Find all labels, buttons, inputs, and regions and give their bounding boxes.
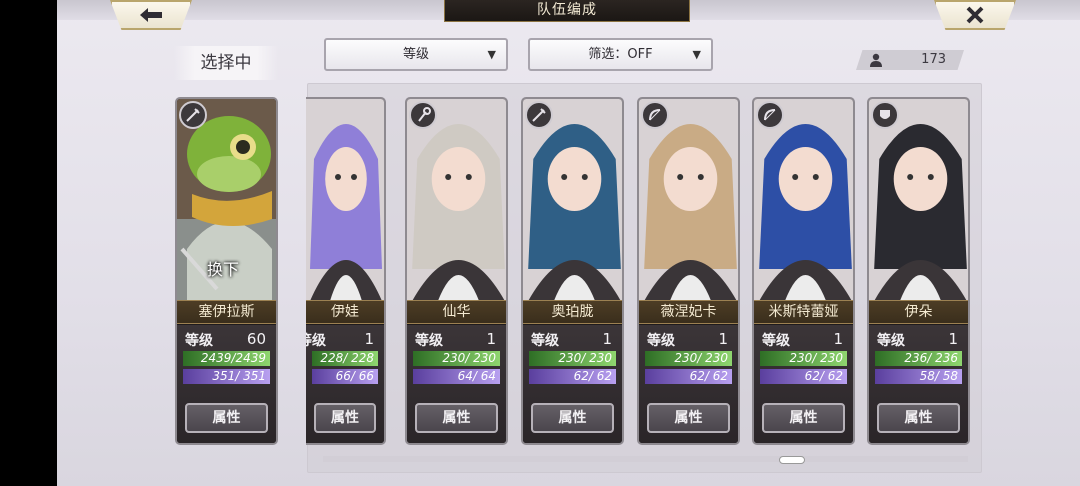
level-row: 等级 1 <box>875 330 962 350</box>
level-row: 等级 60 <box>183 330 270 350</box>
level-value: 1 <box>486 330 496 348</box>
stats-panel: 等级 1 230/ 230 62/ 62 属性 <box>754 325 853 443</box>
sword-icon <box>525 101 553 129</box>
attributes-button[interactable]: 属性 <box>185 403 268 433</box>
level-label: 等级 <box>531 333 559 349</box>
character-name: 塞伊拉斯 <box>177 300 276 324</box>
mp-bar: 64/ 64 <box>413 369 500 384</box>
level-value: 60 <box>246 330 266 348</box>
level-row: 等级 1 <box>760 330 847 350</box>
hp-bar: 230/ 230 <box>529 351 616 366</box>
character-card[interactable]: 米斯特蕾娅 等级 1 230/ 230 62/ 62 属性 <box>752 97 855 445</box>
attributes-button[interactable]: 属性 <box>415 403 498 433</box>
character-card[interactable]: 仙华 等级 1 230/ 230 64/ 64 属性 <box>405 97 508 445</box>
level-row: 等级 1 <box>645 330 732 350</box>
mp-bar: 62/ 62 <box>760 369 847 384</box>
mp-bar: 58/ 58 <box>875 369 962 384</box>
bow-icon <box>641 101 669 129</box>
mp-bar: 62/ 62 <box>529 369 616 384</box>
close-x-icon <box>966 6 984 24</box>
team-formation-screen: 队伍编成 选择中 等级 ▼ 筛选：OFF ▼ 173 换下 塞伊拉斯 等级 60… <box>57 0 1080 486</box>
character-name: 米斯特蕾娅 <box>754 300 853 324</box>
character-card[interactable]: 伊朵 等级 1 236/ 236 58/ 58 属性 <box>867 97 970 445</box>
level-label: 等级 <box>762 333 790 349</box>
hp-bar: 230/ 230 <box>645 351 732 366</box>
level-row: 等级 1 <box>306 330 378 350</box>
hp-bar: 236/ 236 <box>875 351 962 366</box>
shield-icon <box>871 101 899 129</box>
character-card[interactable]: 薇涅妃卡 等级 1 230/ 230 62/ 62 属性 <box>637 97 740 445</box>
back-button[interactable] <box>110 0 192 30</box>
user-icon <box>870 53 882 67</box>
filter-dropdown-value: 筛选：OFF <box>588 47 653 62</box>
stats-panel: 等级 1 236/ 236 58/ 58 属性 <box>869 325 968 443</box>
character-card[interactable]: 奥珀胧 等级 1 230/ 230 62/ 62 属性 <box>521 97 624 445</box>
unit-count-badge: 173 <box>856 50 964 70</box>
stats-panel: 等级 1 230/ 230 62/ 62 属性 <box>639 325 738 443</box>
triangle-down-icon: ▼ <box>692 48 701 61</box>
level-label: 等级 <box>415 333 443 349</box>
bow-icon <box>756 101 784 129</box>
attributes-button[interactable]: 属性 <box>877 403 960 433</box>
hp-bar: 230/ 230 <box>413 351 500 366</box>
selecting-label: 选择中 <box>174 46 278 80</box>
level-label: 等级 <box>306 333 326 349</box>
level-row: 等级 1 <box>529 330 616 350</box>
level-label: 等级 <box>647 333 675 349</box>
mp-bar: 62/ 62 <box>645 369 732 384</box>
level-label: 等级 <box>877 333 905 349</box>
character-name: 薇涅妃卡 <box>639 300 738 324</box>
sort-dropdown[interactable]: 等级 ▼ <box>324 38 508 71</box>
sword-icon <box>179 101 207 129</box>
level-value: 1 <box>602 330 612 348</box>
stats-panel: 等级 1 230/ 230 64/ 64 属性 <box>407 325 506 443</box>
character-portrait <box>869 99 968 301</box>
mp-bar: 351/ 351 <box>183 369 270 384</box>
character-name: 奥珀胧 <box>523 300 622 324</box>
stats-panel: 等级 60 2439/2439 351/ 351 属性 <box>177 325 276 443</box>
mp-bar: 66/ 66 <box>312 369 378 384</box>
hp-bar: 230/ 230 <box>760 351 847 366</box>
unit-count: 173 <box>921 52 946 67</box>
attributes-button[interactable]: 属性 <box>314 403 376 433</box>
level-row: 等级 1 <box>413 330 500 350</box>
character-name: 伊朵 <box>869 300 968 324</box>
character-portrait <box>306 99 384 301</box>
back-arrow-icon <box>140 8 162 22</box>
level-value: 1 <box>833 330 843 348</box>
level-value: 1 <box>718 330 728 348</box>
selected-character-card[interactable]: 换下 塞伊拉斯 等级 60 2439/2439 351/ 351 属性 <box>175 97 278 445</box>
close-button[interactable] <box>934 0 1016 30</box>
stats-panel: 等级 1 228/ 228 66/ 66 属性 <box>306 325 384 443</box>
character-card[interactable]: 伊娃 等级 1 228/ 228 66/ 66 属性 <box>306 97 386 445</box>
hp-bar: 228/ 228 <box>312 351 378 366</box>
stats-panel: 等级 1 230/ 230 62/ 62 属性 <box>523 325 622 443</box>
filter-dropdown[interactable]: 筛选：OFF ▼ <box>528 38 713 71</box>
swap-out-label: 换下 <box>207 260 240 279</box>
staff-icon <box>409 101 437 129</box>
attributes-button[interactable]: 属性 <box>762 403 845 433</box>
character-name: 仙华 <box>407 300 506 324</box>
sort-dropdown-value: 等级 <box>402 47 429 62</box>
scrollbar-thumb[interactable] <box>779 456 805 464</box>
character-portrait <box>639 99 738 301</box>
attributes-button[interactable]: 属性 <box>531 403 614 433</box>
hp-bar: 2439/2439 <box>183 351 270 366</box>
character-name: 伊娃 <box>306 300 384 324</box>
level-value: 1 <box>948 330 958 348</box>
character-portrait <box>523 99 622 301</box>
horizontal-scrollbar[interactable] <box>323 456 968 462</box>
character-portrait <box>754 99 853 301</box>
level-label: 等级 <box>185 333 213 349</box>
attributes-button[interactable]: 属性 <box>647 403 730 433</box>
triangle-down-icon: ▼ <box>487 48 496 61</box>
level-value: 1 <box>364 330 374 348</box>
page-title: 队伍编成 <box>444 0 690 22</box>
character-portrait <box>407 99 506 301</box>
